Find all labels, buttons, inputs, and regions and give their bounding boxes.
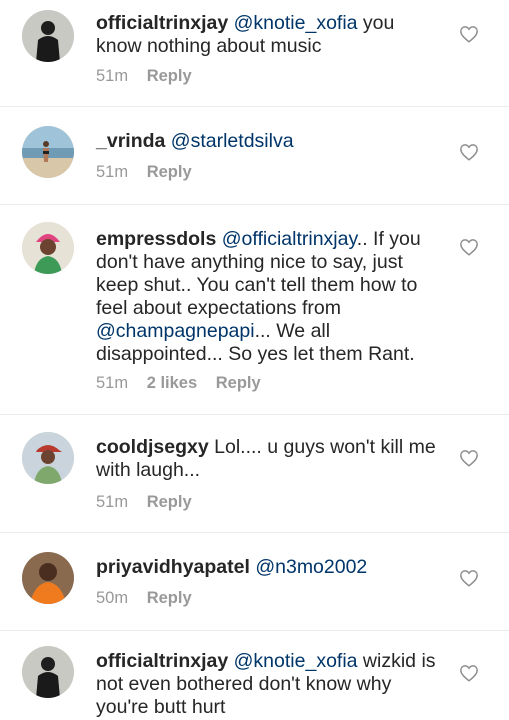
divider [0,414,509,415]
comment-mention-second[interactable]: @champagnepapi [96,320,255,342]
like-heart-icon[interactable] [459,569,479,587]
beach-photo-avatar-icon [22,126,74,178]
like-heart-icon[interactable] [459,143,479,161]
comment-likes[interactable]: 2 likes [147,374,197,392]
comment-username[interactable]: empressdols [96,228,216,250]
reply-button[interactable]: Reply [147,589,192,607]
cap-man-avatar-icon [22,432,74,484]
comment-username[interactable]: officialtrinxjay [96,650,228,672]
comment-username[interactable]: cooldjsegxy [96,436,209,458]
dark-figure-avatar-icon [22,646,74,698]
comment-time: 51m [96,67,129,85]
comment-mention[interactable]: @knotie_xofia [234,12,358,34]
comment-username[interactable]: priyavidhyapatel [96,556,250,578]
reply-button[interactable]: Reply [147,67,192,85]
divider [0,630,509,631]
reply-button[interactable]: Reply [216,374,261,392]
avatar[interactable] [22,646,74,698]
orange-shirt-avatar-icon [22,552,74,604]
avatar[interactable] [22,126,74,178]
pink-hair-avatar-icon [22,222,74,274]
like-heart-icon[interactable] [459,664,479,682]
comment-mention[interactable]: @starletdsilva [171,130,294,152]
like-heart-icon[interactable] [459,238,479,256]
reply-button[interactable]: Reply [147,493,192,511]
avatar[interactable] [22,222,74,274]
comment-username[interactable]: officialtrinxjay [96,12,228,34]
comment-time: 51m [96,374,129,392]
reply-button[interactable]: Reply [147,163,192,181]
comment-username[interactable]: _vrinda [96,130,165,152]
divider [0,532,509,533]
avatar[interactable] [22,432,74,484]
comment-time: 50m [96,589,129,607]
comment-mention[interactable]: @knotie_xofia [234,650,358,672]
like-heart-icon[interactable] [459,449,479,467]
divider [0,106,509,107]
avatar[interactable] [22,552,74,604]
comment-mention[interactable]: @officialtrinxjay [222,228,357,250]
comment-time: 51m [96,493,129,511]
dark-figure-avatar-icon [22,10,74,62]
comment-mention[interactable]: @n3mo2002 [255,556,367,578]
like-heart-icon[interactable] [459,25,479,43]
comment-time: 51m [96,163,129,181]
divider [0,204,509,205]
avatar[interactable] [22,10,74,62]
